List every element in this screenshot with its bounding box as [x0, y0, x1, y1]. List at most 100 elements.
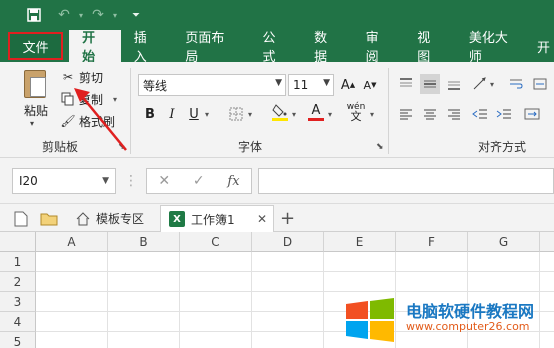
wrap-text-icon: [510, 79, 523, 89]
tab-template-zone[interactable]: 模板专区: [70, 205, 154, 232]
column-header[interactable]: E: [324, 232, 396, 252]
open-folder-icon[interactable]: [40, 205, 58, 232]
font-name-select[interactable]: 等线 ▼: [138, 74, 286, 96]
gridline: [179, 252, 180, 348]
alignment-group-label: 对齐方式: [478, 140, 527, 154]
font-group-label: 字体: [238, 140, 263, 154]
align-bottom-icon: [448, 81, 460, 90]
tab-data[interactable]: 数据: [301, 30, 353, 65]
border-dropdown-icon[interactable]: ▾: [248, 110, 252, 119]
phonetic-char-icon: 文: [350, 110, 362, 123]
orientation-dropdown-icon[interactable]: ▾: [490, 80, 494, 89]
ribbon-tabs: 文件 开始 插入 页面布局 公式 数据 审阅 视图 美化大师 开: [0, 30, 554, 65]
align-top-icon: [400, 78, 412, 87]
row-header[interactable]: 3: [0, 292, 36, 312]
font-color-dropdown-icon[interactable]: ▾: [328, 110, 332, 119]
bold-button[interactable]: B: [140, 104, 160, 124]
save-icon[interactable]: [22, 3, 46, 27]
column-header[interactable]: F: [396, 232, 468, 252]
excel-icon: X: [169, 211, 185, 227]
up-arrow-icon: ▲: [349, 81, 356, 89]
document-tab-bar: 模板专区 X 工作簿1 ✕ +: [0, 204, 554, 232]
new-file-icon[interactable]: [14, 205, 28, 232]
paste-button[interactable]: 粘贴 ▾: [16, 68, 56, 128]
font-size-select[interactable]: 11 ▼: [288, 74, 334, 96]
row-header[interactable]: 1: [0, 252, 36, 272]
redo-icon[interactable]: ↷: [86, 3, 110, 27]
tab-developer[interactable]: 开: [533, 30, 554, 62]
tab-workbook1[interactable]: X 工作簿1 ✕: [160, 205, 274, 232]
phonetic-dropdown-icon[interactable]: ▾: [370, 110, 374, 119]
select-all-corner[interactable]: [0, 232, 36, 252]
drag-handle-icon[interactable]: ⋮: [124, 172, 138, 190]
tab-view[interactable]: 视图: [404, 30, 456, 65]
shrink-font-button[interactable]: A ▼: [360, 75, 380, 95]
undo-icon[interactable]: ↶: [52, 3, 76, 27]
column-header[interactable]: B: [108, 232, 180, 252]
underline-button[interactable]: U: [184, 104, 204, 124]
column-header[interactable]: C: [180, 232, 252, 252]
fill-color-dropdown-icon[interactable]: ▾: [292, 110, 296, 119]
formula-input[interactable]: [258, 168, 554, 194]
align-right-button[interactable]: [444, 104, 464, 124]
align-left-icon: [400, 109, 412, 120]
windows-logo-icon: [346, 298, 394, 342]
column-header[interactable]: D: [252, 232, 324, 252]
fill-color-button[interactable]: [270, 102, 290, 122]
template-zone-label: 模板专区: [96, 212, 145, 226]
merge-button[interactable]: [530, 74, 550, 94]
gridline: [107, 252, 108, 348]
grow-font-button[interactable]: A ▲: [338, 75, 358, 95]
undo-dropdown-icon[interactable]: ▾: [76, 3, 86, 27]
cut-label: 剪切: [79, 70, 104, 85]
home-icon: [76, 211, 90, 225]
gridline: [36, 271, 554, 272]
font-color-letter: A: [311, 102, 321, 118]
orientation-button[interactable]: [470, 74, 490, 94]
tab-formulas[interactable]: 公式: [249, 30, 301, 65]
tab-file[interactable]: 文件: [8, 32, 64, 60]
align-top-button[interactable]: [396, 74, 416, 94]
tab-home[interactable]: 开始: [69, 30, 121, 65]
gridline: [251, 252, 252, 348]
paste-dropdown-icon[interactable]: ▾: [30, 119, 34, 128]
paper-icon: [30, 77, 46, 97]
group-divider: [388, 68, 389, 154]
align-middle-icon: [424, 80, 436, 88]
phonetic-button[interactable]: wén 文: [346, 102, 366, 123]
tab-beautify[interactable]: 美化大师: [456, 30, 533, 65]
column-header[interactable]: G: [468, 232, 540, 252]
enter-icon[interactable]: ✓: [193, 173, 205, 189]
decrease-indent-button[interactable]: [470, 104, 490, 124]
insert-function-icon[interactable]: fx: [227, 174, 239, 189]
wrap-text-button[interactable]: [506, 74, 526, 94]
column-header[interactable]: A: [36, 232, 108, 252]
tab-review[interactable]: 审阅: [353, 30, 405, 65]
redo-dropdown-icon[interactable]: ▾: [110, 3, 120, 27]
title-bar: ↶ ▾ ↷ ▾ ⏷: [0, 0, 554, 30]
row-header[interactable]: 5: [0, 332, 36, 348]
align-left-button[interactable]: [396, 104, 416, 124]
customize-icon[interactable]: ⏷: [124, 3, 148, 27]
column-header[interactable]: [540, 232, 554, 252]
watermark-title: 电脑软硬件教程网: [406, 302, 535, 321]
name-box[interactable]: I20 ▼: [12, 168, 116, 194]
tab-insert[interactable]: 插入: [121, 30, 173, 65]
shrink-font-label: A: [363, 78, 372, 92]
tab-page-layout[interactable]: 页面布局: [172, 30, 249, 65]
font-color-button[interactable]: A: [306, 102, 326, 122]
add-tab-button[interactable]: +: [280, 205, 295, 232]
merge-center-button[interactable]: [522, 104, 542, 124]
font-launcher-icon[interactable]: ⬊: [376, 142, 384, 152]
border-button[interactable]: [226, 104, 246, 124]
align-bottom-button[interactable]: [444, 74, 464, 94]
align-middle-button[interactable]: [420, 74, 440, 94]
underline-dropdown-icon[interactable]: ▾: [205, 110, 209, 119]
italic-button[interactable]: I: [162, 104, 182, 124]
increase-indent-button[interactable]: [494, 104, 514, 124]
cancel-icon[interactable]: ✕: [158, 173, 170, 189]
close-icon[interactable]: ✕: [257, 212, 267, 226]
row-header[interactable]: 2: [0, 272, 36, 292]
row-header[interactable]: 4: [0, 312, 36, 332]
align-center-button[interactable]: [420, 104, 440, 124]
